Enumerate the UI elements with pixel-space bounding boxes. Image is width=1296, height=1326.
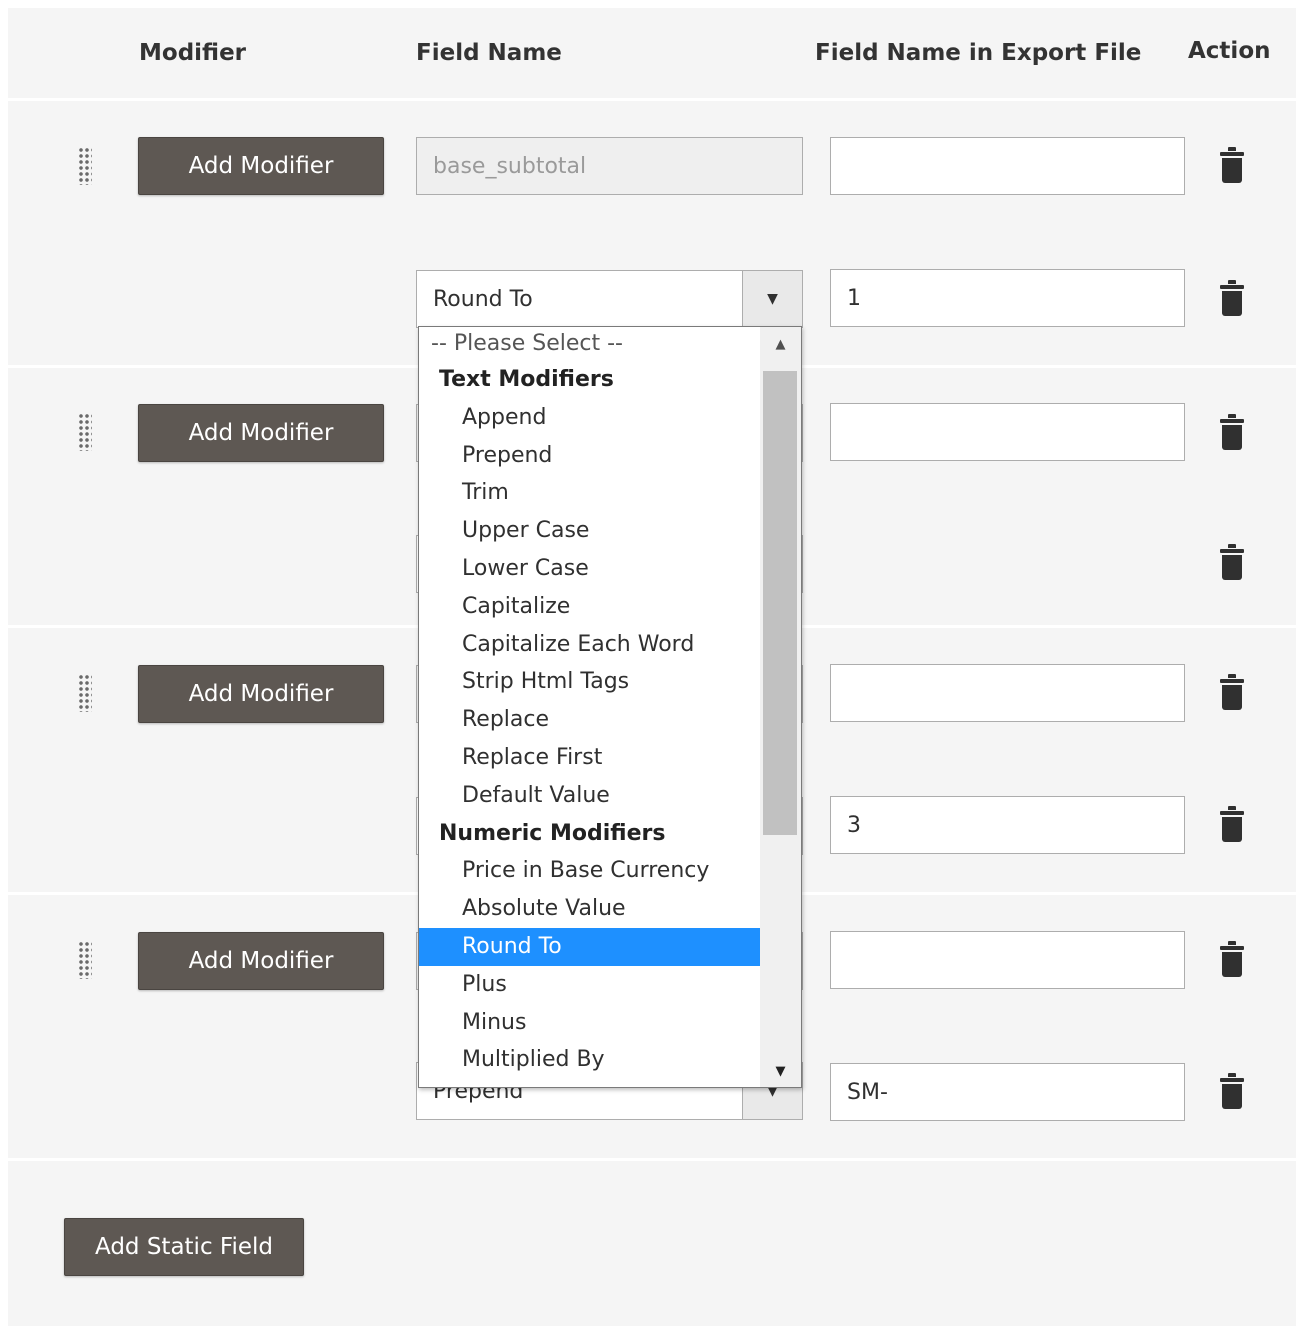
dropdown-option[interactable]: Prepend <box>419 437 760 475</box>
dropdown-option-placeholder[interactable]: -- Please Select -- <box>419 327 760 361</box>
row-separator <box>8 1158 1296 1161</box>
trash-icon[interactable] <box>1218 147 1246 185</box>
export-name-input[interactable] <box>830 137 1185 195</box>
trash-icon[interactable] <box>1218 1073 1246 1111</box>
scroll-down-arrow-icon[interactable]: ▼ <box>760 1064 801 1079</box>
scroll-up-arrow-icon[interactable]: ▲ <box>760 337 801 352</box>
column-header-field-name: Field Name <box>416 40 562 66</box>
trash-icon[interactable] <box>1218 941 1246 979</box>
export-name-input[interactable] <box>830 664 1185 722</box>
dropdown-option-selected[interactable]: Round To <box>419 927 760 966</box>
modifier-value-input[interactable]: 3 <box>830 796 1185 854</box>
dropdown-option[interactable]: Lower Case <box>419 550 760 588</box>
add-modifier-button[interactable]: Add Modifier <box>138 665 384 723</box>
dropdown-option[interactable]: Upper Case <box>419 512 760 550</box>
row-separator <box>8 98 1296 101</box>
dropdown-option[interactable]: Multiplied By <box>419 1041 760 1079</box>
trash-icon[interactable] <box>1218 280 1246 318</box>
scrollbar-thumb[interactable] <box>763 371 797 835</box>
dropdown-option[interactable]: Capitalize <box>419 588 760 626</box>
field-name-input: base_subtotal <box>416 137 803 195</box>
dropdown-option[interactable]: Price in Base Currency <box>419 852 760 890</box>
add-modifier-button[interactable]: Add Modifier <box>138 404 384 462</box>
dropdown-option[interactable]: Absolute Value <box>419 890 760 928</box>
dropdown-option[interactable]: Strip Html Tags <box>419 663 760 701</box>
column-header-action: Action <box>1188 38 1271 64</box>
dropdown-option[interactable]: Trim <box>419 474 760 512</box>
add-modifier-button[interactable]: Add Modifier <box>138 137 384 195</box>
column-header-export-name: Field Name in Export File <box>815 40 1142 66</box>
dropdown-option[interactable]: Replace First <box>419 739 760 777</box>
dropdown-option[interactable]: Append <box>419 399 760 437</box>
drag-handle-icon[interactable] <box>78 674 92 712</box>
dropdown-scrollbar[interactable]: ▲ ▼ <box>760 327 801 1087</box>
drag-handle-icon[interactable] <box>78 941 92 979</box>
trash-icon[interactable] <box>1218 544 1246 582</box>
add-static-field-button[interactable]: Add Static Field <box>64 1218 304 1276</box>
modifier-value-input[interactable]: 1 <box>830 269 1185 327</box>
dropdown-options: -- Please Select -- Text Modifiers Appen… <box>419 327 760 1079</box>
dropdown-group-text-modifiers: Text Modifiers <box>439 367 614 392</box>
dropdown-option[interactable]: Default Value <box>419 777 760 815</box>
add-modifier-button[interactable]: Add Modifier <box>138 932 384 990</box>
trash-icon[interactable] <box>1218 674 1246 712</box>
dropdown-group-numeric-modifiers: Numeric Modifiers <box>439 820 666 846</box>
chevron-down-icon[interactable]: ▼ <box>742 271 802 327</box>
modifier-select-value: Round To <box>433 286 533 312</box>
modifier-value-input[interactable]: SM- <box>830 1063 1185 1121</box>
dropdown-option[interactable]: Minus <box>419 1004 760 1042</box>
dropdown-option[interactable]: Replace <box>419 701 760 739</box>
modifier-dropdown-list[interactable]: -- Please Select -- Text Modifiers Appen… <box>418 326 802 1088</box>
drag-handle-icon[interactable] <box>78 413 92 451</box>
trash-icon[interactable] <box>1218 806 1246 844</box>
column-header-modifier: Modifier <box>139 40 247 66</box>
trash-icon[interactable] <box>1218 414 1246 452</box>
drag-handle-icon[interactable] <box>78 147 92 185</box>
modifier-select[interactable]: Round To ▼ <box>416 270 803 328</box>
export-name-input[interactable] <box>830 403 1185 461</box>
dropdown-option[interactable]: Capitalize Each Word <box>419 626 760 664</box>
export-name-input[interactable] <box>830 931 1185 989</box>
dropdown-option[interactable]: Plus <box>419 966 760 1004</box>
